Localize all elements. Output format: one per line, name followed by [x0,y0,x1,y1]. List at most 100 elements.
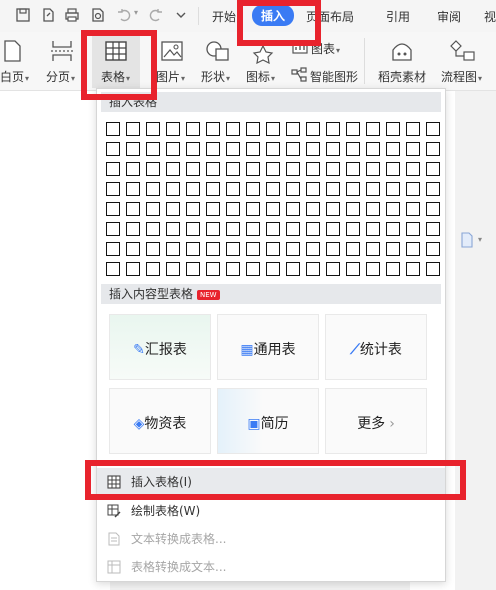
table-grid-cell[interactable] [186,242,200,256]
table-grid-cell[interactable] [346,182,360,196]
table-grid-cell[interactable] [366,122,380,136]
table-grid-cell[interactable] [286,182,300,196]
table-grid-cell[interactable] [326,242,340,256]
tab-home[interactable]: 开始 [212,8,236,25]
table-grid-cell[interactable] [206,142,220,156]
template-card-resume[interactable]: ▣简历 [217,388,319,454]
table-grid-cell[interactable] [106,242,120,256]
table-grid-cell[interactable] [246,182,260,196]
table-grid-cell[interactable] [326,202,340,216]
table-grid-cell[interactable] [246,162,260,176]
table-grid-cell[interactable] [406,222,420,236]
table-grid-cell[interactable] [126,262,140,276]
redo-icon[interactable] [148,7,164,23]
table-grid-cell[interactable] [226,142,240,156]
table-grid-cell[interactable] [246,242,260,256]
tab-view[interactable]: 视 [484,8,496,25]
table-grid-cell[interactable] [346,142,360,156]
table-grid-cell[interactable] [186,182,200,196]
undo-icon[interactable] [116,7,132,23]
table-grid-cell[interactable] [266,142,280,156]
table-grid-cell[interactable] [246,262,260,276]
table-grid-cell[interactable] [286,262,300,276]
table-grid-cell[interactable] [146,242,160,256]
table-grid-cell[interactable] [206,122,220,136]
table-grid-cell[interactable] [386,202,400,216]
table-grid-cell[interactable] [166,242,180,256]
template-card-materials[interactable]: ◈物资表 [109,388,211,454]
table-grid-cell[interactable] [166,122,180,136]
table-grid-cell[interactable] [406,142,420,156]
template-card-report[interactable]: ✎汇报表 [109,314,211,380]
table-grid-cell[interactable] [226,222,240,236]
table-grid-cell[interactable] [326,162,340,176]
template-card-general[interactable]: ▦通用表 [217,314,319,380]
table-grid-cell[interactable] [266,162,280,176]
table-grid-cell[interactable] [406,262,420,276]
table-grid-cell[interactable] [186,162,200,176]
table-grid-cell[interactable] [386,182,400,196]
table-grid-cell[interactable] [226,122,240,136]
page-break-button[interactable]: 分页▾ [46,68,75,85]
table-grid-cell[interactable] [306,162,320,176]
table-grid-cell[interactable] [146,122,160,136]
table-grid-cell[interactable] [386,162,400,176]
table-grid-cell[interactable] [226,182,240,196]
table-grid-cell[interactable] [106,202,120,216]
shapes-button[interactable]: 形状▾ [201,68,230,85]
table-grid-cell[interactable] [366,262,380,276]
save-icon[interactable] [15,7,31,23]
stock-assets-button[interactable]: 稻壳素材 [378,68,426,85]
template-card-more[interactable]: 更多 › [325,388,427,454]
table-grid-cell[interactable] [406,202,420,216]
draw-table-menu-item[interactable]: 绘制表格(W) [97,497,445,525]
table-grid-cell[interactable] [326,182,340,196]
table-grid-cell[interactable] [266,222,280,236]
table-grid-cell[interactable] [266,122,280,136]
table-grid-cell[interactable] [306,222,320,236]
table-grid-cell[interactable] [246,222,260,236]
table-grid-cell[interactable] [346,202,360,216]
table-grid-cell[interactable] [346,242,360,256]
text-to-table-menu-item[interactable]: 文本转换成表格... [97,525,445,553]
blank-page-button[interactable]: 白页▾ [0,68,29,85]
table-grid-cell[interactable] [386,242,400,256]
table-grid-cell[interactable] [266,262,280,276]
table-grid-cell[interactable] [166,202,180,216]
table-grid-cell[interactable] [426,142,440,156]
table-grid-cell[interactable] [226,242,240,256]
picture-button[interactable]: 图片▾ [156,68,185,85]
table-grid-cell[interactable] [146,182,160,196]
table-grid-cell[interactable] [186,142,200,156]
table-grid-cell[interactable] [346,122,360,136]
table-grid-cell[interactable] [286,122,300,136]
table-grid-cell[interactable] [226,202,240,216]
table-grid-cell[interactable] [146,202,160,216]
table-grid-cell[interactable] [426,122,440,136]
table-grid-cell[interactable] [166,162,180,176]
table-grid-cell[interactable] [166,142,180,156]
export-icon[interactable] [40,7,56,23]
icons-button[interactable]: 图标▾ [246,68,275,85]
table-grid-cell[interactable] [126,182,140,196]
table-grid-cell[interactable] [406,162,420,176]
table-grid-cell[interactable] [106,122,120,136]
document-float-icon[interactable] [460,232,474,248]
undo-dropdown-caret[interactable]: ▾ [134,8,138,17]
table-grid-cell[interactable] [346,262,360,276]
table-grid-cell[interactable] [306,142,320,156]
table-grid-cell[interactable] [166,222,180,236]
table-grid-cell[interactable] [246,142,260,156]
table-grid-cell[interactable] [146,222,160,236]
table-grid-cell[interactable] [406,122,420,136]
table-grid-cell[interactable] [226,262,240,276]
table-grid-cell[interactable] [246,122,260,136]
table-grid-cell[interactable] [106,142,120,156]
table-grid-cell[interactable] [186,122,200,136]
table-grid-cell[interactable] [146,142,160,156]
table-grid-cell[interactable] [426,222,440,236]
table-grid-cell[interactable] [126,242,140,256]
table-grid-cell[interactable] [266,242,280,256]
table-grid-cell[interactable] [146,162,160,176]
table-grid-cell[interactable] [386,122,400,136]
